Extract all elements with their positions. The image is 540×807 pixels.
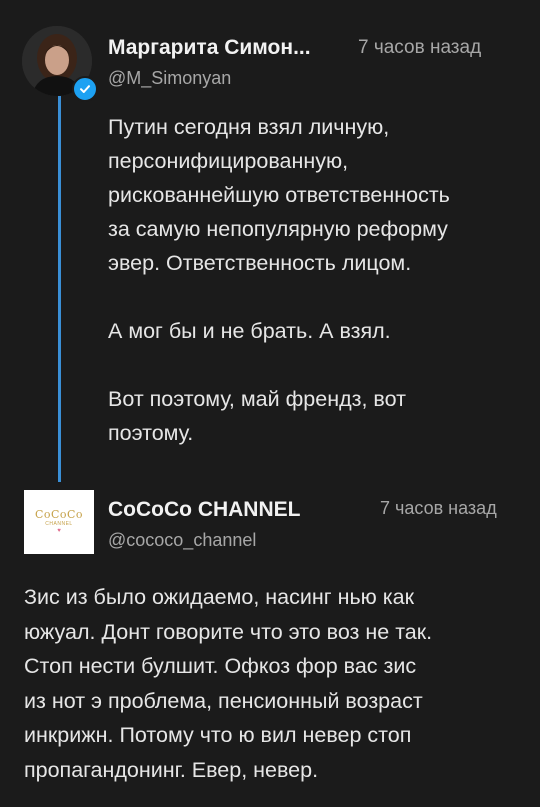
tweet-text-paragraph: Вот поэтому, май френдз, вот поэтому. <box>108 387 406 445</box>
author-handle[interactable]: @M_Simonyan <box>108 68 231 89</box>
author-handle[interactable]: @cococo_channel <box>108 530 256 551</box>
tweet-text-paragraph: А мог бы и не брать. А взял. <box>108 319 391 343</box>
author-name[interactable]: Маргарита Симон... <box>108 36 311 60</box>
heart-icon: ♥ <box>57 528 61 534</box>
timestamp: 7 часов назад <box>358 37 482 58</box>
logo-subtext: CHANNEL <box>45 521 73 527</box>
cococo-logo-icon: CoCoCo <box>34 508 84 521</box>
reply-text: Зис из было ожидаемо, насинг нью как южу… <box>24 585 433 782</box>
author-name[interactable]: CoCoCo CHANNEL <box>108 498 300 522</box>
verified-check-icon <box>72 76 98 102</box>
tweet-text-paragraph: Путин сегодня взял личную, персонифициро… <box>108 115 450 275</box>
timestamp: 7 часов назад <box>380 498 497 518</box>
avatar-cococo[interactable]: CoCoCo CHANNEL ♥ <box>24 490 94 554</box>
thread-connector-line <box>58 92 61 482</box>
